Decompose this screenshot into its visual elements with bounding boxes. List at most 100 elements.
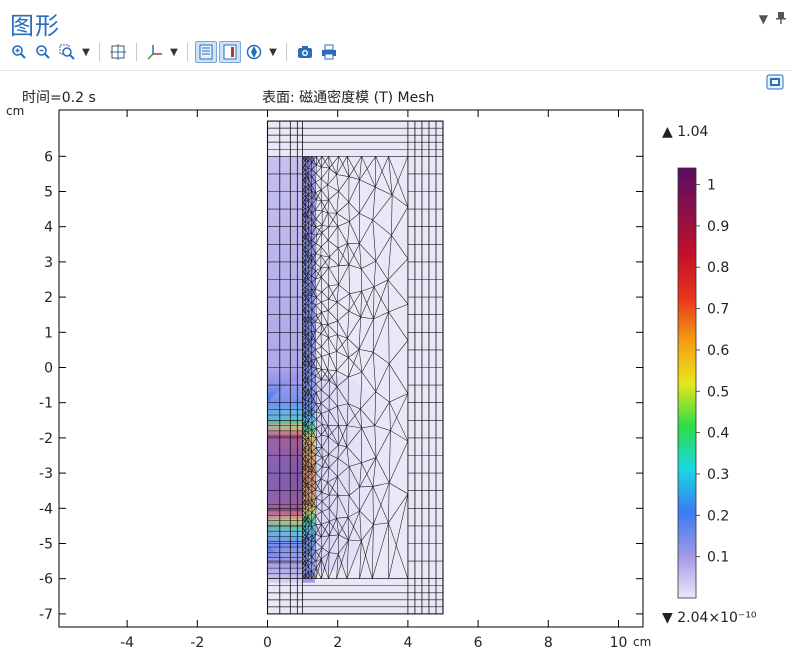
x-tick-label: 4 bbox=[403, 635, 412, 651]
field-cell bbox=[268, 375, 304, 379]
field-cell bbox=[303, 579, 315, 583]
y-tick-label: 3 bbox=[44, 255, 53, 271]
toolbar-separator bbox=[136, 43, 137, 61]
zoom-extents-icon[interactable] bbox=[107, 41, 129, 63]
y-tick-label: 2 bbox=[44, 290, 53, 306]
y-tick-label: -4 bbox=[39, 501, 53, 517]
colorbar-tick-label: 1 bbox=[707, 178, 716, 194]
colorbar-tick-label: 0.5 bbox=[707, 384, 729, 400]
axis-orientation-icon[interactable] bbox=[144, 41, 166, 63]
field-cell bbox=[268, 244, 304, 248]
x-tick-label: -2 bbox=[190, 635, 204, 651]
field-cell bbox=[268, 227, 304, 231]
field-cell bbox=[268, 209, 304, 213]
field-cell bbox=[268, 272, 304, 276]
legend-toggle-icon[interactable] bbox=[219, 41, 241, 63]
zoom-box-icon[interactable] bbox=[56, 41, 78, 63]
colorbar-min-label: ▼ 2.04×10⁻¹⁰ bbox=[662, 610, 757, 626]
field-cell bbox=[268, 156, 304, 160]
field-cell bbox=[268, 339, 304, 343]
y-tick-label: 0 bbox=[44, 361, 53, 377]
x-tick-label: 6 bbox=[474, 635, 483, 651]
field-cell bbox=[268, 237, 304, 241]
colorbar-gradient bbox=[678, 168, 696, 598]
field-cell bbox=[268, 199, 304, 203]
field-cell bbox=[268, 568, 304, 572]
toolbar-separator bbox=[99, 43, 100, 61]
field-cell bbox=[268, 350, 304, 354]
field-cell bbox=[268, 230, 304, 234]
camera-icon[interactable] bbox=[294, 41, 316, 63]
window-title: 图形 bbox=[10, 6, 60, 41]
colorbar-tick-label: 0.4 bbox=[707, 426, 729, 442]
toolbar-separator bbox=[286, 43, 287, 61]
time-label: 时间=0.2 s bbox=[22, 87, 96, 107]
field-cell bbox=[268, 322, 304, 326]
colorbar-tick-label: 0.6 bbox=[707, 343, 729, 359]
field-cell bbox=[268, 332, 304, 336]
menu-dropdown-icon[interactable]: ▼ bbox=[759, 12, 768, 27]
y-tick-label: -3 bbox=[39, 466, 53, 482]
field-cell bbox=[268, 336, 304, 340]
zoom-dropdown-icon[interactable]: ▼ bbox=[80, 47, 92, 58]
y-tick-label: 6 bbox=[44, 149, 53, 165]
field-cell bbox=[268, 234, 304, 238]
grid-toggle-icon[interactable] bbox=[195, 41, 217, 63]
field-cell bbox=[268, 360, 304, 364]
plot-canvas: -4-20246810 6543210-1-2-3-4-5-6-7 10.90.… bbox=[0, 70, 792, 654]
field-cell bbox=[268, 195, 304, 199]
graphics-options-icon[interactable] bbox=[766, 74, 784, 90]
x-tick-label: 0 bbox=[263, 635, 272, 651]
x-tick-label: -4 bbox=[120, 635, 134, 651]
x-tick-label: 8 bbox=[544, 635, 553, 651]
pin-icon[interactable] bbox=[776, 12, 786, 27]
axis-dropdown-icon[interactable]: ▼ bbox=[168, 47, 180, 58]
field-cell bbox=[268, 318, 304, 322]
colorbar-tick-label: 0.2 bbox=[707, 508, 729, 524]
field-cell bbox=[268, 181, 304, 185]
field-cell bbox=[268, 579, 304, 583]
field-cell bbox=[268, 371, 304, 375]
field-cell bbox=[268, 167, 304, 171]
colorbar-tick-label: 0.3 bbox=[707, 467, 729, 483]
colorbar-tick-label: 0.1 bbox=[707, 550, 729, 566]
field-cell bbox=[268, 304, 304, 308]
zoom-out-icon[interactable] bbox=[32, 41, 54, 63]
y-tick-label: -2 bbox=[39, 431, 53, 447]
field-cell bbox=[268, 280, 304, 284]
field-cell bbox=[268, 301, 304, 305]
scene-light-icon[interactable] bbox=[243, 41, 265, 63]
field-cell bbox=[268, 184, 304, 188]
field-cell bbox=[268, 265, 304, 269]
field-cell bbox=[268, 357, 304, 361]
scene-dropdown-icon[interactable]: ▼ bbox=[267, 47, 279, 58]
field-cell bbox=[268, 368, 304, 372]
y-unit-label: cm bbox=[6, 104, 24, 118]
field-cell bbox=[268, 202, 304, 206]
field-cell bbox=[268, 251, 304, 255]
field-cell bbox=[268, 216, 304, 220]
zoom-in-icon[interactable] bbox=[8, 41, 30, 63]
colorbar bbox=[678, 168, 696, 598]
colorbar-ticks: 10.90.80.70.60.50.40.30.20.1 bbox=[696, 178, 729, 566]
field-cell bbox=[268, 269, 304, 273]
y-tick-label: 5 bbox=[44, 185, 53, 201]
field-cell bbox=[268, 220, 304, 224]
y-tick-label: -6 bbox=[39, 572, 53, 588]
field-cell bbox=[268, 262, 304, 266]
y-tick-label: 4 bbox=[44, 220, 53, 236]
field-cell bbox=[268, 192, 304, 196]
y-tick-label: -5 bbox=[39, 537, 53, 553]
print-icon[interactable] bbox=[318, 41, 340, 63]
field-cell bbox=[268, 325, 304, 329]
field-cell bbox=[268, 353, 304, 357]
field-cell bbox=[268, 255, 304, 259]
field-cell bbox=[268, 174, 304, 178]
x-unit-label: cm bbox=[633, 635, 651, 649]
window-controls: ▼ bbox=[759, 12, 786, 27]
field-cell bbox=[268, 248, 304, 252]
field-cell bbox=[268, 343, 304, 347]
field-cell bbox=[268, 283, 304, 287]
title-bar: 图形 ▼ ▼ ▼ bbox=[0, 0, 792, 70]
colorbar-tick-label: 0.7 bbox=[707, 302, 729, 318]
